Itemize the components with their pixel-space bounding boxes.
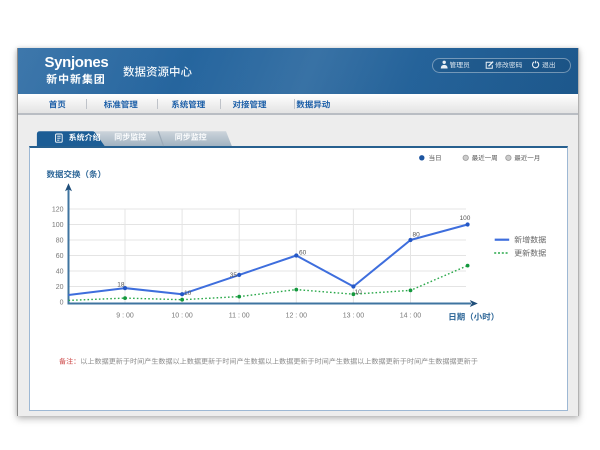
svg-text:35: 35 [230, 272, 238, 279]
svg-text:20: 20 [56, 284, 64, 291]
svg-text:18: 18 [117, 282, 125, 289]
svg-text:10: 10 [184, 290, 192, 297]
svg-text:100: 100 [52, 222, 64, 229]
svg-text:10: 10 [355, 289, 363, 296]
svg-text:60: 60 [56, 253, 64, 260]
svg-text:13 : 00: 13 : 00 [343, 313, 365, 320]
svg-text:60: 60 [299, 250, 307, 257]
svg-text:80: 80 [413, 232, 421, 239]
svg-text:11 : 00: 11 : 00 [229, 313, 250, 320]
svg-text:80: 80 [56, 238, 64, 245]
svg-text:12 : 00: 12 : 00 [286, 313, 308, 320]
svg-text:120: 120 [52, 207, 64, 214]
svg-text:0: 0 [60, 300, 64, 307]
svg-text:10 : 00: 10 : 00 [171, 313, 193, 320]
svg-text:9 : 00: 9 : 00 [116, 313, 134, 320]
svg-text:14 : 00: 14 : 00 [400, 313, 422, 320]
svg-text:100: 100 [460, 215, 471, 222]
svg-text:40: 40 [56, 269, 64, 276]
